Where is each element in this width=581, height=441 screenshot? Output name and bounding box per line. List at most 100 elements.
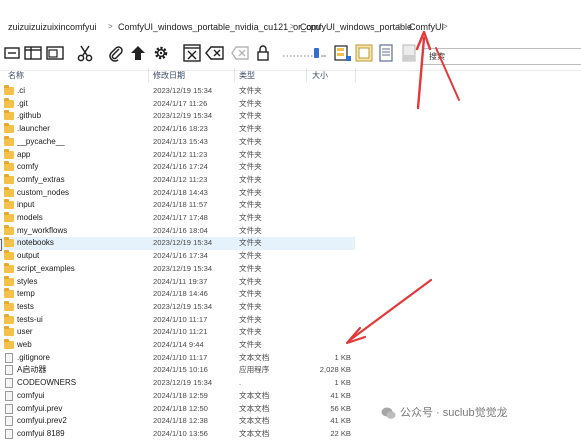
- file-modified-date: 2024/1/11 19:37: [153, 276, 208, 286]
- file-row[interactable]: comfyui 8189 2024/1/10 13:56 文本文档 22 KB: [0, 428, 355, 441]
- file-modified-date: 2024/1/13 15:43: [153, 136, 208, 146]
- folder-icon: [4, 148, 14, 160]
- column-name-header[interactable]: 名称: [8, 70, 24, 81]
- breadcrumb-separator[interactable]: >: [108, 21, 113, 33]
- file-name: comfy: [17, 162, 39, 172]
- search-input[interactable]: 搜索: [422, 48, 581, 65]
- file-name: tests-ui: [17, 314, 43, 324]
- file-name: user: [17, 327, 33, 337]
- breadcrumb-separator[interactable]: >: [398, 21, 403, 33]
- breadcrumb-separator[interactable]: >: [443, 21, 448, 33]
- up-arrow-icon[interactable]: [128, 43, 148, 63]
- png-file-icon[interactable]: [399, 43, 419, 63]
- file-modified-date: 2024/1/18 12:50: [153, 403, 208, 413]
- file-modified-date: 2024/1/18 14:46: [153, 289, 208, 299]
- minus-panel-icon[interactable]: [2, 43, 22, 63]
- column-divider[interactable]: [148, 68, 149, 82]
- file-row[interactable]: CODEOWNERS 2023/12/19 15:34. 1 KB: [0, 377, 355, 390]
- folder-row[interactable]: custom_nodes 2024/1/18 14:43 文件夹: [0, 186, 355, 200]
- folder-row[interactable]: tests-ui 2024/1/10 11:17 文件夹: [0, 313, 355, 327]
- folder-icon: [4, 339, 14, 350]
- file-modified-date: 2024/1/17 11:26: [153, 98, 208, 108]
- folder-row[interactable]: user 2024/1/10 11:21 文件夹: [0, 326, 355, 339]
- folder-row[interactable]: my_workflows 2024/1/16 18:04 文件夹: [0, 224, 355, 238]
- delete-icon[interactable]: [205, 43, 225, 63]
- folder-row[interactable]: .ci 2023/12/19 15:34 文件夹: [0, 85, 355, 98]
- folder-row[interactable]: tests 2023/12/19 15:34 文件夹: [0, 300, 355, 314]
- file-type: 文件夹: [239, 174, 262, 184]
- folder-icon: [4, 212, 14, 223]
- file-modified-date: 2024/1/17 17:48: [153, 213, 208, 222]
- file-icon: [4, 403, 14, 414]
- window-icon[interactable]: [45, 43, 65, 63]
- breadcrumb-separator[interactable]: >: [290, 21, 295, 33]
- document-icon[interactable]: [376, 43, 396, 63]
- folder-row[interactable]: output 2024/1/16 17:34 文件夹: [0, 250, 355, 263]
- column-divider[interactable]: [234, 68, 235, 82]
- file-size: 41 KB: [330, 390, 351, 400]
- search-placeholder: 搜索: [429, 52, 445, 61]
- folder-row[interactable]: input 2024/1/18 11:57 文件夹: [0, 199, 355, 212]
- folder-icon: [4, 199, 14, 210]
- folder-row[interactable]: .launcher 2024/1/16 18:23 文件夹: [0, 123, 355, 136]
- column-divider[interactable]: [306, 68, 307, 82]
- file-type: 文件夹: [239, 213, 262, 222]
- folder-row[interactable]: __pycache__ 2024/1/13 15:43 文件夹: [0, 135, 355, 149]
- zoom-slider[interactable]: [281, 45, 327, 61]
- file-row[interactable]: comfyui.prev2 2024/1/18 12:38 文本文档 41 KB: [0, 415, 355, 428]
- folder-row[interactable]: temp 2024/1/18 14:46 文件夹: [0, 288, 355, 301]
- folder-icon: [4, 313, 14, 325]
- column-divider[interactable]: [355, 68, 356, 82]
- folder-row[interactable]: .git 2024/1/17 11:26 文件夹: [0, 97, 355, 111]
- breadcrumb-item[interactable]: ComfyUI_windows_portable: [300, 21, 412, 33]
- lock-icon[interactable]: [253, 43, 273, 63]
- file-name: web: [17, 340, 32, 349]
- folder-row[interactable]: comfy 2024/1/16 17:24 文件夹: [0, 161, 355, 174]
- file-size: 56 KB: [330, 403, 351, 413]
- folder-icon: [4, 262, 14, 274]
- cut-icon[interactable]: [75, 43, 95, 63]
- folder-row[interactable]: .github 2023/12/19 15:34 文件夹: [0, 110, 355, 123]
- folder-tree-icon[interactable]: [333, 43, 353, 63]
- folder-row[interactable]: script_examples 2023/12/19 15:34 文件夹: [0, 262, 355, 276]
- folder-row[interactable]: styles 2024/1/11 19:37 文件夹: [0, 275, 355, 289]
- file-modified-date: 2023/12/19 15:34: [153, 263, 213, 273]
- folder-icon: [4, 85, 14, 96]
- file-row[interactable]: comfyui.prev 2024/1/18 12:50 文本文档 56 KB: [0, 403, 355, 416]
- gear-icon[interactable]: [151, 43, 171, 63]
- file-modified-date: 2024/1/10 11:21: [153, 327, 208, 337]
- file-modified-date: 2024/1/15 10:16: [153, 365, 208, 375]
- column-size-header[interactable]: 大小: [312, 70, 328, 81]
- file-row[interactable]: A启动器 2024/1/15 10:16 应用程序 2,028 KB: [0, 364, 355, 377]
- file-modified-date: 2024/1/14 9:44: [153, 340, 204, 349]
- breadcrumb-item[interactable]: zuizuizuizuixincomfyui: [8, 21, 97, 33]
- folder-row[interactable]: models 2024/1/17 17:48 文件夹: [0, 212, 355, 225]
- file-row[interactable]: .gitignore 2024/1/10 11:17 文本文档 1 KB: [0, 352, 355, 365]
- file-type: 应用程序: [239, 365, 270, 375]
- file-type: 文件夹: [239, 301, 262, 311]
- folder-row[interactable]: comfy_extras 2024/1/12 11:23 文件夹: [0, 173, 355, 187]
- file-modified-date: 2024/1/10 11:17: [153, 352, 208, 362]
- file-name: comfyui 8189: [17, 428, 65, 438]
- folder-row[interactable]: app 2024/1/12 11:23 文件夹: [0, 148, 355, 162]
- view-icon[interactable]: [354, 43, 374, 63]
- column-type-header[interactable]: 类型: [239, 70, 255, 81]
- file-row[interactable]: comfyui 2024/1/18 12:59 文本文档 41 KB: [0, 390, 355, 403]
- file-name: A启动器: [17, 365, 47, 375]
- file-name: temp: [17, 289, 35, 299]
- file-modified-date: 2024/1/10 13:56: [153, 428, 208, 438]
- breadcrumb-item-current[interactable]: ComfyUI: [409, 21, 444, 33]
- close-window-icon[interactable]: [182, 43, 202, 63]
- file-type: 文件夹: [239, 187, 262, 197]
- file-type: 文件夹: [239, 327, 262, 337]
- file-name: .github: [17, 111, 42, 121]
- folder-row[interactable]: notebooks 2023/12/19 15:34 文件夹: [0, 237, 355, 251]
- column-modified-header[interactable]: 修改日期: [153, 70, 185, 81]
- file-modified-date: 2023/12/19 15:34: [153, 238, 213, 248]
- attach-icon[interactable]: [106, 43, 126, 63]
- file-type: 文件夹: [239, 263, 262, 273]
- panes-icon[interactable]: [23, 43, 43, 63]
- folder-icon: [4, 161, 14, 172]
- folder-row[interactable]: web 2024/1/14 9:44 文件夹: [0, 339, 355, 352]
- file-size: 1 KB: [334, 378, 351, 388]
